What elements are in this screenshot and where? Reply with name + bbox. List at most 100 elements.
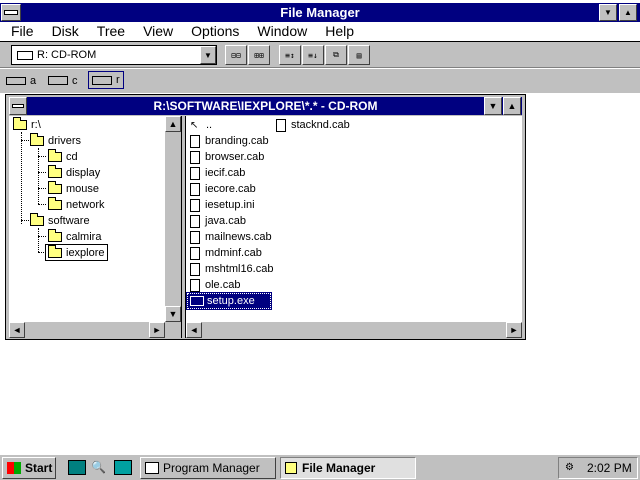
task-label: Program Manager — [163, 461, 260, 475]
quick-launch-disk[interactable] — [114, 460, 132, 475]
task-program-manager[interactable]: Program Manager — [140, 457, 276, 479]
drive-r[interactable]: r — [88, 71, 124, 89]
drive-select[interactable]: R: CD-ROM ▼ — [11, 45, 217, 65]
tree-item-software[interactable]: software — [30, 213, 90, 229]
menu-disk[interactable]: Disk — [52, 22, 79, 41]
tree-scroll-left-button[interactable]: ◄ — [9, 322, 25, 338]
tree-vertical-scrollbar[interactable]: ▲ ▼ — [165, 116, 181, 322]
tree-scroll-down-button[interactable]: ▼ — [165, 306, 181, 322]
tree-item-cd[interactable]: cd — [48, 149, 78, 165]
file-item[interactable]: iecif.cab — [190, 165, 245, 181]
drive-select-value: R: CD-ROM — [37, 49, 97, 61]
tree-item-label: calmira — [66, 231, 102, 243]
file-list-pane[interactable]: ↖.. branding.cab browser.cab iecif.cab i… — [186, 116, 522, 322]
menu-file[interactable]: File — [11, 22, 34, 41]
tray-icon[interactable]: ⚙ — [565, 462, 579, 474]
file-item-label: java.cab — [205, 215, 246, 227]
file-scroll-left-button[interactable]: ◄ — [186, 322, 202, 338]
file-item-selected[interactable]: setup.exe — [186, 292, 272, 310]
tree-item-iexplore[interactable]: iexplore — [45, 244, 108, 261]
file-item[interactable]: mailnews.cab — [190, 229, 272, 245]
new-window-button[interactable]: ⧉ — [325, 45, 347, 65]
program-manager-icon — [145, 462, 159, 474]
taskbar: Start 🔍 Program Manager File Manager ⚙ 2… — [0, 454, 640, 480]
minimize-icon: ▼ — [604, 8, 612, 17]
tree-horizontal-scrollbar[interactable]: ◄ ► — [9, 322, 181, 338]
minimize-button[interactable]: ▼ — [599, 4, 617, 21]
system-menu-button[interactable] — [1, 4, 21, 21]
dir-view-icon: ⊞⊞ — [254, 50, 264, 60]
tree-item-root[interactable]: r:\ — [13, 117, 41, 133]
file-item[interactable]: iesetup.ini — [190, 197, 255, 213]
clock[interactable]: 2:02 PM — [587, 461, 632, 475]
file-icon — [190, 246, 200, 260]
drive-a[interactable]: a — [6, 72, 36, 89]
tree-item-label: r:\ — [31, 119, 41, 131]
up-arrow-icon: ↖ — [190, 119, 199, 131]
file-item[interactable]: branding.cab — [190, 133, 269, 149]
tree-item-display[interactable]: display — [48, 165, 100, 181]
task-file-manager[interactable]: File Manager — [280, 457, 416, 479]
file-manager-icon — [285, 462, 297, 474]
file-list-horizontal-scrollbar[interactable]: ◄ ► — [186, 322, 522, 338]
exe-file-icon — [190, 296, 204, 306]
new-window-icon: ⧉ — [333, 50, 339, 59]
tree-item-mouse[interactable]: mouse — [48, 181, 99, 197]
drive-select-dropdown-button[interactable]: ▼ — [200, 46, 216, 64]
menu-options[interactable]: Options — [191, 22, 239, 41]
file-item[interactable]: java.cab — [190, 213, 246, 229]
child-minimize-button[interactable]: ▼ — [484, 97, 502, 115]
start-button[interactable]: Start — [2, 457, 56, 479]
quick-launch-desktop[interactable] — [68, 460, 86, 475]
tree-item-network[interactable]: network — [48, 197, 105, 213]
folder-icon — [48, 197, 62, 210]
child-maximize-button[interactable]: ▲ — [503, 97, 521, 115]
menu-tree[interactable]: Tree — [97, 22, 125, 41]
folder-icon — [13, 117, 27, 130]
tree-scroll-up-button[interactable]: ▲ — [165, 116, 181, 132]
menu-view[interactable]: View — [143, 22, 173, 41]
folder-icon — [48, 165, 62, 178]
tree-item-label: mouse — [66, 183, 100, 195]
tree-dir-view-button[interactable]: ⊞⊞ — [248, 45, 270, 65]
tree-view-button[interactable]: ⊟⊟ — [225, 45, 247, 65]
file-item[interactable]: browser.cab — [190, 149, 264, 165]
quick-launch-find[interactable]: 🔍 — [91, 460, 109, 475]
file-item[interactable]: ole.cab — [190, 277, 240, 293]
file-item-label: mdminf.cab — [205, 247, 262, 259]
tree-connector — [21, 140, 29, 141]
menu-help[interactable]: Help — [325, 22, 354, 41]
file-scroll-right-button[interactable]: ► — [506, 322, 522, 338]
menu-window[interactable]: Window — [257, 22, 307, 41]
file-item[interactable]: mshtml16.cab — [190, 261, 273, 277]
main-title-bar[interactable]: File Manager — [0, 3, 640, 23]
scroll-left-icon: ◄ — [12, 325, 22, 335]
child-system-menu-icon — [12, 104, 24, 108]
directory-window-title-bar[interactable]: R:\SOFTWARE\IEXPLORE\*.* - CD-ROM — [9, 97, 522, 115]
find-icon: 🔍 — [91, 460, 106, 474]
file-item[interactable]: stacknd.cab — [276, 117, 350, 133]
tree-item-drivers[interactable]: drivers — [30, 133, 81, 149]
drive-r-label: r — [116, 74, 120, 86]
tree-connector — [38, 156, 46, 157]
tree-connector — [21, 132, 22, 224]
sort-type-button[interactable]: ≡↓ — [302, 45, 324, 65]
child-system-menu-button[interactable] — [9, 97, 27, 115]
file-item-label: ole.cab — [205, 279, 241, 291]
tree-item-calmira[interactable]: calmira — [48, 229, 101, 245]
properties-icon: ▤ — [356, 50, 362, 60]
file-item[interactable]: mdminf.cab — [190, 245, 262, 261]
file-item[interactable]: iecore.cab — [190, 181, 256, 197]
sort-name-button[interactable]: ≡↕ — [279, 45, 301, 65]
maximize-button[interactable]: ▲ — [619, 4, 637, 21]
scroll-down-icon: ▼ — [168, 309, 178, 319]
tree-scroll-right-button[interactable]: ► — [149, 322, 165, 338]
file-item-label: iecif.cab — [205, 167, 246, 179]
tree-item-label: network — [66, 199, 105, 211]
tree-pane[interactable]: r:\ drivers cd display mouse network sof… — [9, 116, 165, 322]
properties-button[interactable]: ▤ — [348, 45, 370, 65]
file-item-parent[interactable]: ↖.. — [190, 117, 212, 133]
main-window-title: File Manager — [280, 5, 360, 20]
scroll-right-icon: ► — [152, 325, 162, 335]
drive-c[interactable]: c — [48, 72, 78, 89]
